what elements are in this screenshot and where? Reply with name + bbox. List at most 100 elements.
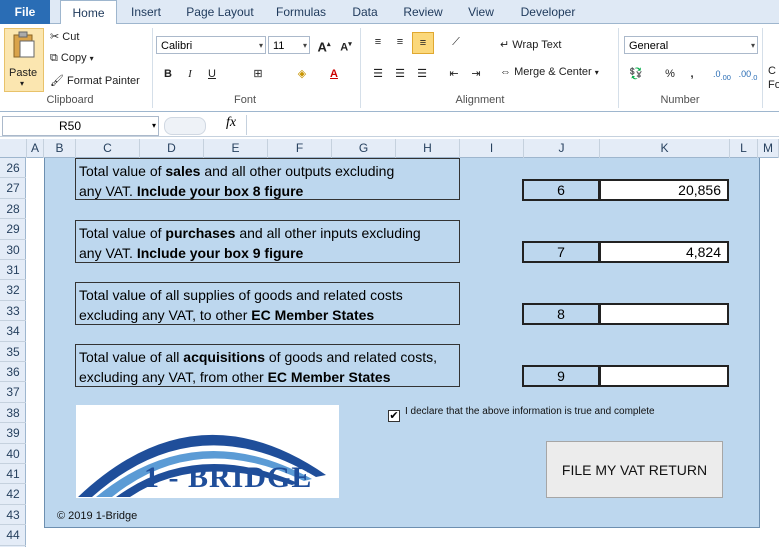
column-header[interactable]: L bbox=[730, 139, 758, 158]
copy-button[interactable]: ⧉ Copy ▾ bbox=[50, 52, 94, 65]
decrease-indent-icon[interactable]: ⇤ bbox=[444, 64, 464, 84]
row-header[interactable]: 42 bbox=[0, 484, 26, 505]
row-header[interactable]: 35 bbox=[0, 342, 26, 362]
column-header[interactable]: M bbox=[758, 139, 779, 158]
row-header[interactable]: 26 bbox=[0, 158, 26, 179]
question-box-6: Total value of sales and all other outpu… bbox=[75, 158, 460, 200]
row-header[interactable]: 40 bbox=[0, 444, 26, 464]
increase-decimal-icon[interactable]: .0.00 bbox=[712, 64, 732, 84]
tab-formulas[interactable]: Formulas bbox=[268, 0, 334, 24]
row-header[interactable]: 28 bbox=[0, 199, 26, 220]
box-value-input[interactable] bbox=[599, 365, 729, 387]
column-header[interactable]: G bbox=[332, 139, 396, 158]
row-header[interactable]: 29 bbox=[0, 219, 26, 240]
format-painter-button[interactable]: 🖌 Format Painter bbox=[50, 74, 140, 87]
column-header[interactable]: J bbox=[524, 139, 600, 158]
column-headers: A B C D E F G H I J K L M bbox=[0, 139, 779, 158]
decrease-decimal-icon[interactable]: .00.0 bbox=[738, 64, 758, 84]
orientation-icon[interactable]: ⟋ bbox=[446, 32, 466, 52]
shrink-font-button[interactable]: A▾ bbox=[336, 35, 356, 55]
styles-group-partial[interactable]: C Fo bbox=[768, 64, 779, 92]
formula-input[interactable] bbox=[246, 115, 778, 135]
column-header[interactable]: F bbox=[268, 139, 332, 158]
fill-color-icon[interactable]: ◈ bbox=[292, 64, 312, 84]
column-header[interactable]: B bbox=[44, 139, 76, 158]
chevron-down-icon: ▾ bbox=[89, 54, 94, 63]
align-left-icon[interactable]: ☰ bbox=[368, 64, 388, 84]
grow-font-button[interactable]: A▴ bbox=[314, 35, 334, 55]
group-label-font: Font bbox=[233, 94, 256, 106]
name-box[interactable]: R50 ▾ bbox=[2, 116, 159, 136]
box-value-input[interactable]: 20,856 bbox=[599, 179, 729, 201]
formula-bar: R50 ▾ fx bbox=[0, 113, 779, 137]
row-header[interactable]: 27 bbox=[0, 178, 26, 199]
tab-home[interactable]: Home bbox=[60, 0, 117, 26]
paste-button[interactable]: Paste ▾ bbox=[4, 28, 44, 92]
file-vat-return-button[interactable]: FILE MY VAT RETURN bbox=[546, 441, 723, 498]
column-header[interactable]: H bbox=[396, 139, 460, 158]
wrap-text-button[interactable]: ↵ Wrap Text bbox=[500, 38, 561, 51]
bold-button[interactable]: B bbox=[158, 64, 178, 84]
row-header[interactable]: 37 bbox=[0, 382, 26, 403]
row-header[interactable]: 39 bbox=[0, 423, 26, 444]
chevron-down-icon: ▾ bbox=[151, 121, 156, 130]
underline-button[interactable]: U bbox=[202, 64, 222, 84]
box-number: 6 bbox=[522, 179, 600, 201]
tab-page-layout[interactable]: Page Layout bbox=[180, 0, 260, 24]
column-header[interactable]: I bbox=[460, 139, 524, 158]
percent-button[interactable]: % bbox=[660, 64, 680, 84]
cut-button[interactable]: ✂ Cut bbox=[50, 30, 79, 43]
font-size-combo[interactable]: 11 ▾ bbox=[268, 36, 310, 54]
align-top-icon[interactable]: ≡ bbox=[368, 32, 388, 52]
row-header[interactable]: 31 bbox=[0, 260, 26, 281]
align-right-icon[interactable]: ☰ bbox=[412, 64, 432, 84]
company-logo: 1 - BRIDGE bbox=[76, 405, 339, 498]
column-header[interactable]: C bbox=[76, 139, 140, 158]
row-header[interactable]: 38 bbox=[0, 403, 26, 424]
merge-center-button[interactable]: ⇔ Merge & Center ▾ bbox=[500, 66, 599, 78]
borders-icon[interactable]: ⊞ bbox=[248, 64, 268, 84]
row-header[interactable]: 32 bbox=[0, 280, 26, 301]
tab-developer[interactable]: Developer bbox=[512, 0, 584, 24]
align-middle-icon[interactable]: ≡ bbox=[390, 32, 410, 52]
declaration-checkbox[interactable]: ✔ bbox=[388, 410, 400, 422]
group-label-number: Number bbox=[660, 94, 700, 106]
column-header[interactable]: E bbox=[204, 139, 268, 158]
currency-icon[interactable]: 💱 bbox=[626, 64, 646, 84]
scissors-icon: ✂ bbox=[50, 31, 60, 43]
font-name-combo[interactable]: Calibri ▾ bbox=[156, 36, 266, 54]
column-header[interactable]: K bbox=[600, 139, 730, 158]
comma-button[interactable]: , bbox=[682, 64, 702, 84]
align-center-icon[interactable]: ☰ bbox=[390, 64, 410, 84]
row-header[interactable]: 33 bbox=[0, 301, 26, 322]
group-label-clipboard: Clipboard bbox=[46, 94, 94, 106]
tab-view[interactable]: View bbox=[458, 0, 504, 24]
row-header[interactable]: 41 bbox=[0, 464, 26, 485]
tab-review[interactable]: Review bbox=[396, 0, 450, 24]
row-header[interactable]: 34 bbox=[0, 321, 26, 342]
increase-indent-icon[interactable]: ⇥ bbox=[466, 64, 486, 84]
checkmark-icon: ✔ bbox=[389, 410, 399, 422]
wrap-text-icon: ↵ bbox=[500, 39, 510, 51]
column-header[interactable]: D bbox=[140, 139, 204, 158]
fx-icon[interactable]: fx bbox=[226, 115, 236, 131]
chevron-down-icon: ▾ bbox=[20, 79, 25, 88]
italic-button[interactable]: I bbox=[180, 64, 200, 84]
tab-insert[interactable]: Insert bbox=[120, 0, 172, 24]
row-header[interactable]: 30 bbox=[0, 240, 26, 260]
select-all-corner[interactable] bbox=[0, 139, 27, 158]
number-format-combo[interactable]: General ▾ bbox=[624, 36, 758, 54]
tab-data[interactable]: Data bbox=[342, 0, 388, 24]
question-box-7: Total value of purchases and all other i… bbox=[75, 220, 460, 263]
font-color-icon[interactable]: A bbox=[324, 64, 344, 84]
declaration-label: I declare that the above information is … bbox=[405, 406, 655, 417]
column-header[interactable]: A bbox=[27, 139, 44, 158]
align-bottom-icon[interactable]: ≡ bbox=[412, 32, 434, 54]
row-header[interactable]: 43 bbox=[0, 505, 26, 526]
box-number: 8 bbox=[522, 303, 600, 325]
box-value-input[interactable] bbox=[599, 303, 729, 325]
row-header[interactable]: 44 bbox=[0, 525, 26, 546]
tab-file[interactable]: File bbox=[0, 0, 50, 24]
box-value-input[interactable]: 4,824 bbox=[599, 241, 729, 263]
row-header[interactable]: 36 bbox=[0, 362, 26, 383]
